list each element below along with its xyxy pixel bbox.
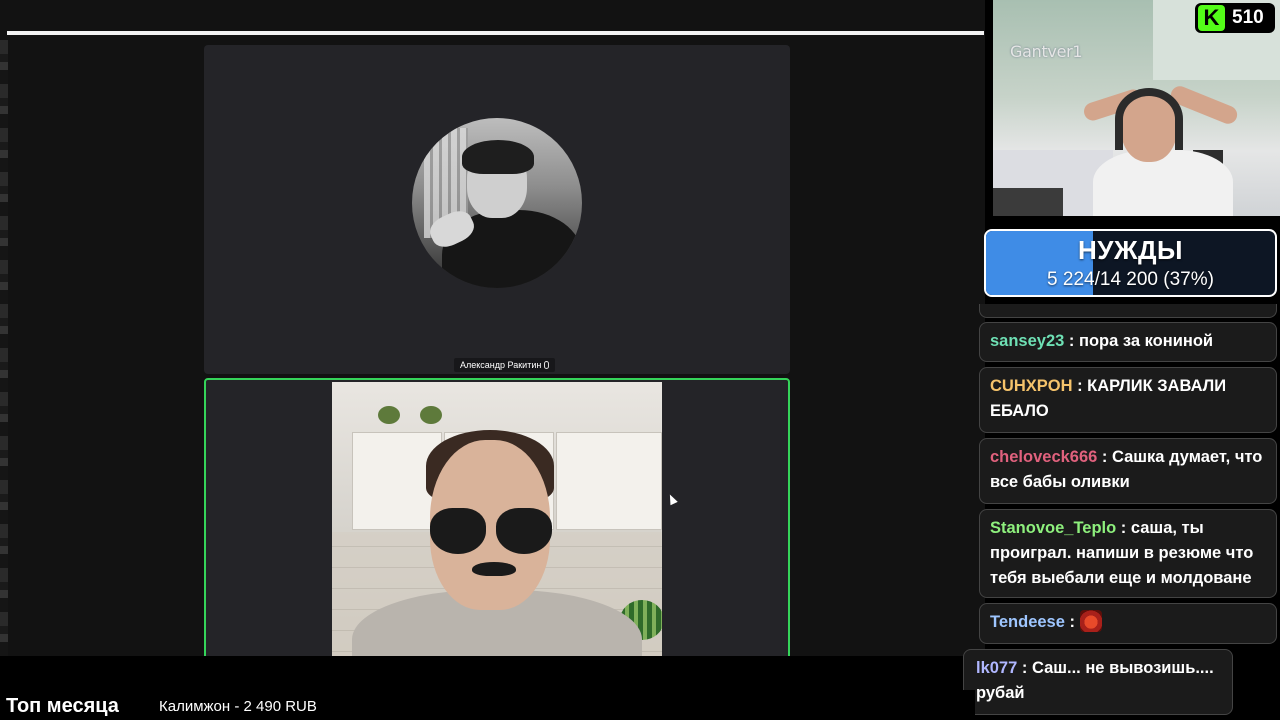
streamer-name: Gantver1 bbox=[1010, 42, 1083, 61]
goal-title: НУЖДЫ bbox=[1078, 235, 1183, 265]
top-month-label: Топ месяца bbox=[6, 695, 119, 717]
participant-video-feed bbox=[332, 382, 662, 656]
chat-message: cheloveck666 : Сашка думает, что все баб… bbox=[979, 438, 1277, 504]
participant-tile-top[interactable]: Александр Ракитин bbox=[204, 45, 790, 374]
emote-icon bbox=[1079, 610, 1102, 632]
chat-message: Tendeese : bbox=[979, 603, 1277, 644]
chat-username: cheloveck666 bbox=[990, 448, 1098, 466]
chat-username: CUHXPOH bbox=[990, 377, 1073, 395]
microphone-icon bbox=[544, 361, 550, 369]
chat-text: : bbox=[1064, 613, 1080, 631]
meeting-stage: Александр Ракитин bbox=[0, 0, 985, 656]
chat-username: Stanovoe_Teplo bbox=[990, 519, 1117, 537]
bottom-bar bbox=[0, 690, 975, 720]
chat-message-partial bbox=[979, 304, 1277, 318]
participant-tile-active-speaker[interactable] bbox=[204, 378, 790, 656]
chat-username: Tendeese bbox=[990, 613, 1065, 631]
viewer-count: 510 bbox=[1232, 7, 1264, 28]
chat-message: CUHXPOH : КАРЛИК ЗАВАЛИ ЕБАЛО bbox=[979, 367, 1277, 433]
goal-progress-text: 5 224/14 200 (37%) bbox=[1047, 269, 1214, 290]
donation-goal: НУЖДЫ 5 224/14 200 (37%) bbox=[984, 229, 1277, 297]
chat-message: sansey23 : пора за кониной bbox=[979, 322, 1277, 362]
chat-username: lk077 bbox=[976, 659, 1018, 677]
participant-name: Александр Ракитин bbox=[460, 360, 542, 370]
participant-name-label: Александр Ракитин bbox=[454, 358, 556, 372]
chat-username: sansey23 bbox=[990, 332, 1065, 350]
progress-line bbox=[7, 31, 984, 35]
chat-text: : пора за кониной bbox=[1064, 332, 1214, 350]
chat-text-continued: рубай bbox=[976, 684, 1025, 702]
participant-avatar bbox=[412, 118, 582, 288]
chat-message: Stanovoe_Teplo : саша, ты проиграл. напи… bbox=[979, 509, 1277, 598]
top-donor: Калимжон - 2 490 RUB bbox=[159, 698, 317, 715]
viewer-count-badge: K 510 bbox=[1195, 3, 1275, 33]
chat-message: lk077 : Саш... не вывозишь.... рубай bbox=[963, 649, 1233, 715]
sidebar-strip bbox=[0, 40, 8, 656]
kick-logo-icon: K bbox=[1198, 5, 1225, 31]
chat-text: : Саш... не вывозишь.... bbox=[1017, 659, 1214, 677]
